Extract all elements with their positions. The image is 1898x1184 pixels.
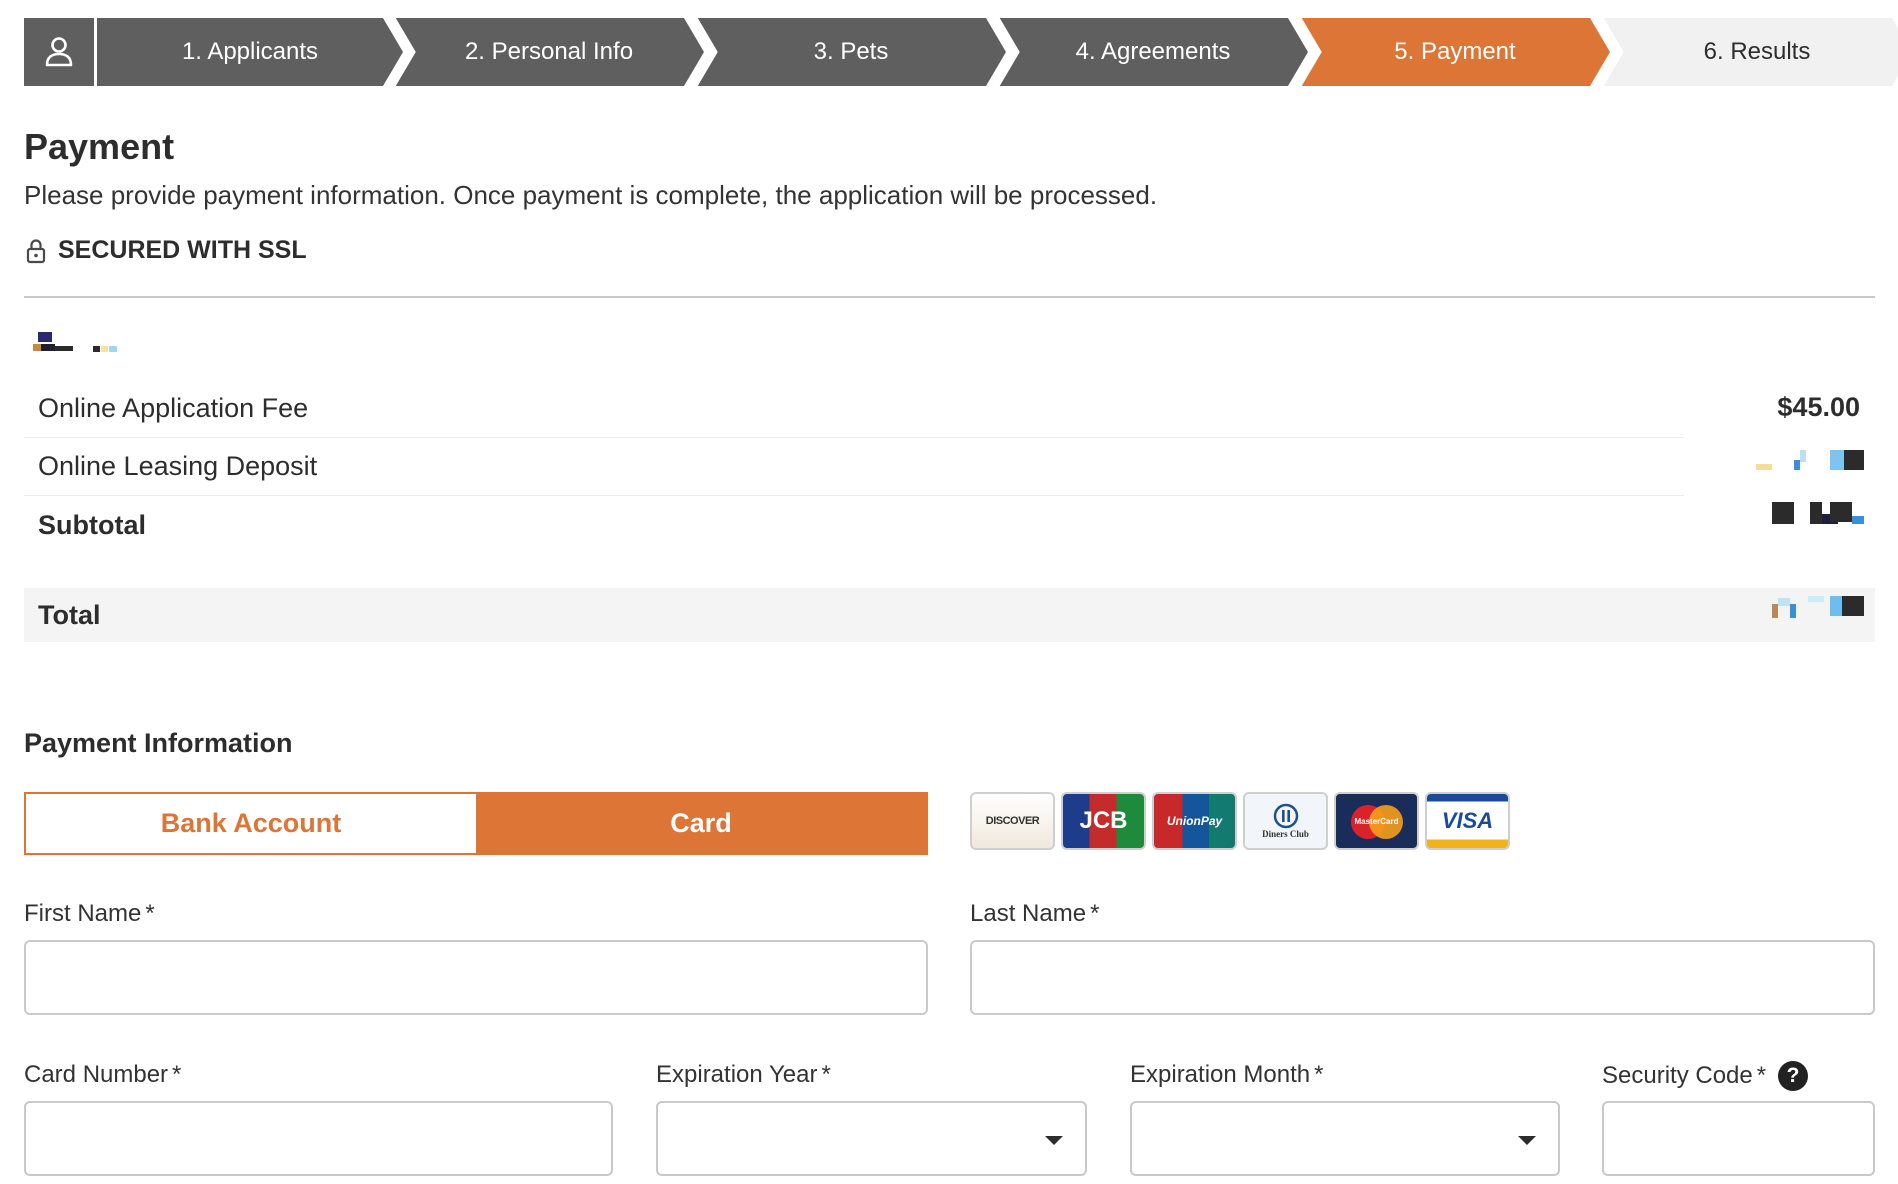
required-mark: * [1090, 900, 1100, 927]
first-name-input[interactable] [24, 940, 928, 1015]
last-name-label-text: Last Name [970, 900, 1087, 927]
chevron-down-icon [1518, 1136, 1536, 1145]
required-mark: * [1314, 1061, 1324, 1088]
required-mark: * [145, 900, 155, 927]
last-name-input[interactable] [970, 940, 1875, 1015]
security-code-input[interactable] [1602, 1101, 1875, 1176]
first-name-label: First Name * [24, 900, 155, 928]
progress-steps: 1. Applicants 2. Personal Info 3. Pets 4… [24, 17, 1898, 87]
required-mark: * [821, 1061, 831, 1088]
total-row: Total [24, 588, 1875, 642]
expiration-month-select[interactable] [1130, 1101, 1560, 1176]
ssl-label: SECURED WITH SSL [58, 236, 307, 264]
required-mark: * [172, 1061, 182, 1088]
bank-account-button[interactable]: Bank Account [26, 794, 476, 853]
card-brand-label: UnionPay [1166, 814, 1223, 828]
ssl-badge: SECURED WITH SSL [26, 236, 307, 265]
step-label: 5. Payment [1394, 38, 1516, 65]
step-agreements[interactable]: 4. Agreements [996, 17, 1308, 87]
page-title: Payment [24, 126, 175, 167]
help-icon[interactable]: ? [1778, 1061, 1809, 1091]
first-name-label-text: First Name [24, 900, 142, 927]
lock-icon [26, 238, 46, 263]
diners-club-logo-icon: Diners Club [1243, 792, 1328, 850]
leasing-deposit-label: Online Leasing Deposit [38, 451, 318, 481]
expiration-month-label: Expiration Month * [1130, 1061, 1323, 1089]
security-code-label-text: Security Code [1602, 1062, 1753, 1089]
step-label: 1. Applicants [181, 38, 319, 65]
subtotal-row: Subtotal [24, 496, 1684, 554]
card-number-input[interactable] [24, 1101, 613, 1176]
step-applicants[interactable]: 1. Applicants [97, 18, 403, 86]
divider [24, 296, 1875, 298]
expiration-year-select[interactable] [656, 1101, 1087, 1176]
mastercard-logo-icon: MasterCard [1334, 792, 1419, 850]
card-brand-label: Diners Club [1262, 829, 1309, 839]
card-brand-label: JCB [1079, 807, 1128, 834]
user-icon [45, 37, 73, 67]
applicant-user-icon[interactable] [24, 18, 94, 86]
expiration-year-label-text: Expiration Year [656, 1061, 818, 1088]
card-button[interactable]: Card [476, 794, 926, 853]
security-code-label: Security Code * ? [1602, 1061, 1809, 1091]
step-label: 4. Agreements [1075, 38, 1231, 65]
leasing-deposit-row: Online Leasing Deposit [24, 438, 1684, 496]
page-intro: Please provide payment information. Once… [24, 180, 1158, 210]
payment-info-title: Payment Information [24, 728, 293, 758]
card-number-label: Card Number * [24, 1061, 181, 1089]
step-label: 2. Personal Info [464, 38, 634, 65]
subtotal-label: Subtotal [38, 509, 146, 540]
unionpay-logo-icon: UnionPay [1152, 792, 1237, 850]
step-personal-info[interactable]: 2. Personal Info [392, 17, 704, 87]
last-name-label: Last Name * [970, 900, 1099, 928]
step-label: 6. Results [1703, 38, 1811, 65]
accepted-cards: DISCOVER JCB UnionPay Diners Club Master… [970, 792, 1510, 850]
application-fee-amount: $45.00 [1777, 392, 1860, 422]
expiration-year-label: Expiration Year * [656, 1061, 831, 1089]
total-label: Total [38, 599, 101, 630]
application-fee-row: Online Application Fee [24, 380, 1684, 438]
step-pets[interactable]: 3. Pets [694, 17, 1006, 87]
card-number-label-text: Card Number [24, 1061, 169, 1088]
step-results[interactable]: 6. Results [1600, 17, 1898, 87]
step-label: 3. Pets [813, 38, 889, 65]
card-brand-label: DISCOVER [985, 815, 1040, 827]
jcb-logo-icon: JCB [1061, 792, 1146, 850]
card-brand-label: MasterCard [1354, 816, 1399, 826]
diners-mark-icon [1273, 803, 1298, 829]
chevron-down-icon [1045, 1136, 1063, 1145]
required-mark: * [1756, 1062, 1767, 1089]
visa-logo-icon: VISA [1425, 792, 1510, 850]
step-payment[interactable]: 5. Payment [1298, 17, 1610, 87]
payment-method-toggle: Bank Account Card [24, 792, 928, 855]
discover-logo-icon: DISCOVER [970, 792, 1055, 850]
card-brand-label: VISA [1441, 808, 1494, 833]
expiration-month-label-text: Expiration Month [1130, 1061, 1311, 1088]
application-fee-label: Online Application Fee [38, 393, 309, 423]
